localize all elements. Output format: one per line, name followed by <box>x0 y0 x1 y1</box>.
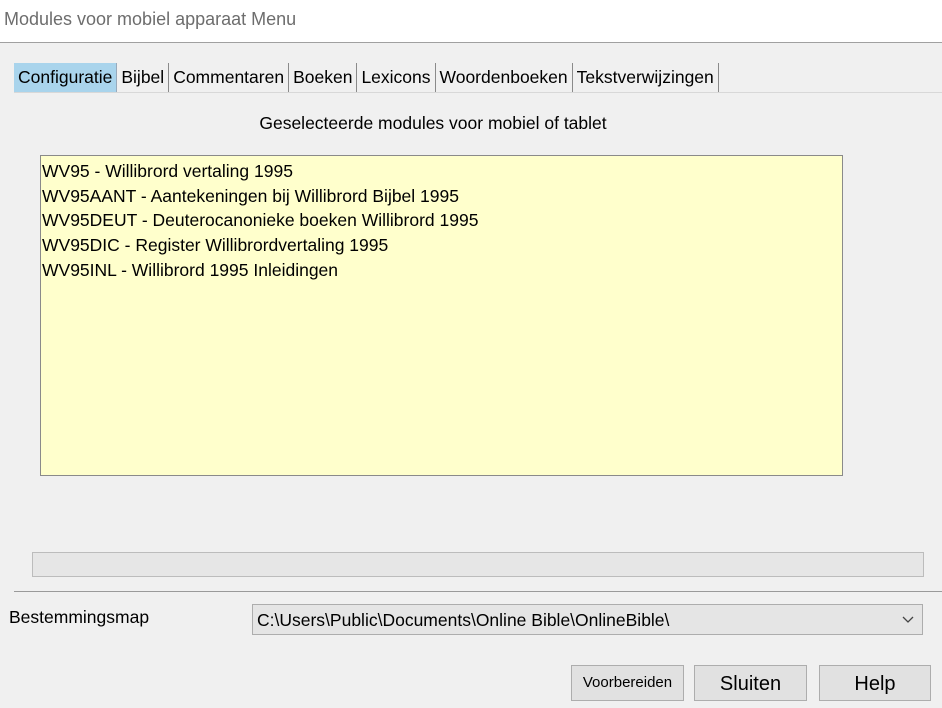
tab-bijbel[interactable]: Bijbel <box>117 63 170 92</box>
window-title: Modules voor mobiel apparaat Menu <box>4 9 297 29</box>
tab-label: Woordenboeken <box>439 67 568 87</box>
destination-folder-value: C:\Users\Public\Documents\Online Bible\O… <box>257 610 670 630</box>
help-button[interactable]: Help <box>819 665 931 701</box>
configuratie-panel: Geselecteerde modules voor mobiel of tab… <box>14 92 942 592</box>
section-heading: Geselecteerde modules voor mobiel of tab… <box>259 113 607 133</box>
destination-folder-select[interactable]: C:\Users\Public\Documents\Online Bible\O… <box>252 604 923 635</box>
prepare-button[interactable]: Voorbereiden <box>571 665 684 701</box>
list-item[interactable]: WV95DEUT - Deuterocanonieke boeken Willi… <box>42 208 842 233</box>
chevron-down-icon[interactable] <box>901 609 915 629</box>
list-item[interactable]: WV95 - Willibrord vertaling 1995 <box>42 159 842 184</box>
selected-modules-list[interactable]: WV95 - Willibrord vertaling 1995 WV95AAN… <box>40 155 843 476</box>
tab-boeken[interactable]: Boeken <box>289 63 358 92</box>
tab-label: Commentaren <box>173 67 285 87</box>
tab-label: Bijbel <box>121 67 165 87</box>
close-button[interactable]: Sluiten <box>694 665 807 701</box>
progress-bar <box>32 552 924 577</box>
list-item[interactable]: WV95DIC - Register Willibrordvertaling 1… <box>42 233 842 258</box>
tab-lexicons[interactable]: Lexicons <box>357 63 436 92</box>
tab-tekstverwijzingen[interactable]: Tekstverwijzingen <box>572 63 719 92</box>
tab-label: Boeken <box>293 67 353 87</box>
tab-label: Tekstverwijzingen <box>576 67 714 87</box>
tab-commentaren[interactable]: Commentaren <box>169 63 290 92</box>
tab-woordenboeken[interactable]: Woordenboeken <box>435 63 573 92</box>
list-item[interactable]: WV95AANT - Aantekeningen bij Willibrord … <box>42 184 842 209</box>
tab-label: Configuratie <box>18 67 113 87</box>
list-item[interactable]: WV95INL - Willibrord 1995 Inleidingen <box>42 258 842 283</box>
tab-configuratie[interactable]: Configuratie <box>14 63 118 92</box>
destination-label: Bestemmingsmap <box>9 607 150 627</box>
title-bar: Modules voor mobiel apparaat Menu <box>0 0 942 43</box>
tab-label: Lexicons <box>361 67 431 87</box>
tab-strip: Configuratie Bijbel Commentaren Boeken L… <box>14 63 719 92</box>
